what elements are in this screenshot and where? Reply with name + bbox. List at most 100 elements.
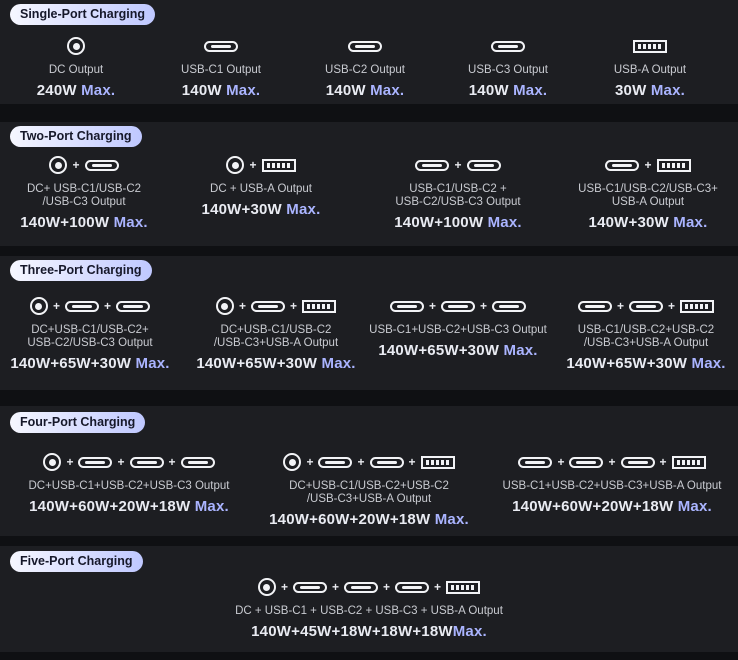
power-output: 140W+60W+20W+18W Max.	[512, 498, 712, 515]
port-icons	[204, 34, 238, 58]
usb-c-port-icon	[204, 40, 238, 52]
usb-c-port-icon	[389, 300, 424, 312]
usb-c-port-icon	[415, 159, 450, 171]
section-badge: Four-Port Charging	[10, 412, 146, 433]
usb-a-port-icon	[302, 299, 337, 313]
plus-icon: +	[249, 158, 257, 172]
power-output: 140W+30W Max.	[588, 214, 708, 231]
port-icons: + +	[215, 294, 337, 318]
port-icons: + + +	[283, 450, 455, 474]
plus-icon: +	[557, 455, 565, 469]
port-icons: + + + +	[257, 575, 481, 599]
plus-icon: +	[238, 299, 246, 313]
plus-icon: +	[454, 158, 462, 172]
port-label: USB-A Output	[613, 64, 687, 76]
port-label: USB-C3 Output	[468, 64, 548, 76]
three-port-section: Three-Port Charging + + DC+USB-C1/USB-C2…	[0, 256, 738, 390]
power-output: 140W+60W+20W+18W Max.	[29, 498, 229, 515]
usb-c-port-icon	[441, 300, 475, 312]
usb-c-port-icon	[605, 159, 640, 171]
usb-c-port-icon	[78, 456, 113, 468]
port-option: + + DC+USB-C1/USB-C2+ USB-C2/USB-C3 Outpu…	[4, 294, 176, 373]
plus-icon: +	[66, 455, 74, 469]
usb-c-port-icon	[620, 456, 655, 468]
usb-c-port-icon	[344, 581, 378, 593]
two-port-section: Two-Port Charging + DC+ USB-C1/USB-C2/US…	[0, 122, 738, 246]
plus-icon: +	[280, 580, 288, 594]
plus-icon: +	[408, 455, 416, 469]
plus-icon: +	[668, 299, 676, 313]
port-option: + USB-C1/USB-C2/USB-C3+ USB-A Output 140W…	[570, 153, 726, 232]
port-icons: +	[605, 153, 691, 177]
port-option: + + DC+USB-C1/USB-C2/USB-C3+USB-A Output…	[190, 294, 362, 373]
port-label: USB-C1/USB-C2/USB-C3+ USB-A Output	[578, 183, 718, 208]
port-option: + + USB-C1/USB-C2+USB-C2/USB-C3+USB-A Ou…	[560, 294, 732, 373]
port-label: DC+ USB-C1/USB-C2/USB-C3 Output	[26, 183, 142, 208]
port-option: + DC+ USB-C1/USB-C2/USB-C3 Output 140W+1…	[10, 153, 158, 232]
port-icons: +	[49, 153, 119, 177]
plus-icon: +	[608, 455, 616, 469]
port-icons	[348, 34, 382, 58]
power-output: 140W+65W+30W Max.	[378, 342, 538, 359]
usb-c-port-icon	[466, 159, 501, 171]
port-option: + + + DC+USB-C1/USB-C2+USB-C2/USB-C3+USB…	[262, 450, 476, 529]
plus-icon: +	[290, 299, 298, 313]
plus-icon: +	[117, 455, 125, 469]
plus-icon: +	[434, 580, 442, 594]
port-option: + USB-C1/USB-C2 + USB-C2/USB-C3 Output 14…	[384, 153, 532, 232]
port-option: + + + DC+USB-C1+USB-C2+USB-C3 Output 140…	[20, 450, 238, 516]
plus-icon: +	[331, 580, 339, 594]
power-output: 140W+45W+18W+18W+18WMax.	[251, 623, 487, 640]
dc-port-icon	[226, 156, 245, 174]
single-port-section: Single-Port Charging DC Output 240W Max.…	[0, 0, 738, 104]
usb-c-port-icon	[492, 300, 527, 312]
port-label: USB-C1+USB-C2+USB-C3+USB-A Output	[502, 480, 722, 492]
power-output: 30W Max.	[615, 82, 685, 99]
dc-port-icon	[67, 37, 85, 55]
five-port-section: Five-Port Charging + + + + DC + USB-C1 +…	[0, 546, 738, 652]
dc-port-icon	[283, 453, 302, 471]
port-icons: + +	[577, 294, 715, 318]
plus-icon: +	[383, 580, 391, 594]
usb-c-port-icon	[116, 300, 151, 312]
dc-port-icon	[215, 297, 234, 315]
port-label: DC+USB-C1/USB-C2+USB-C2/USB-C3+USB-A Out…	[289, 480, 449, 505]
usb-a-port-icon	[446, 580, 481, 594]
port-option: USB-A Output 30W Max.	[592, 34, 708, 100]
usb-c-port-icon	[292, 581, 327, 593]
power-output: 140W+65W+30W Max.	[10, 355, 170, 372]
usb-c-port-icon	[180, 456, 215, 468]
port-option: + + + USB-C1+USB-C2+USB-C3+USB-A Output …	[498, 450, 726, 516]
port-icons: + + +	[43, 450, 215, 474]
usb-a-port-icon	[680, 299, 715, 313]
plus-icon: +	[659, 455, 667, 469]
port-option: USB-C3 Output 140W Max.	[450, 34, 566, 100]
port-label: DC+USB-C1+USB-C2+USB-C3 Output	[28, 480, 230, 492]
plus-icon: +	[480, 299, 488, 313]
section-badge: Five-Port Charging	[10, 551, 143, 572]
plus-icon: +	[72, 158, 80, 172]
usb-a-port-icon	[671, 455, 706, 469]
port-icons	[67, 34, 85, 58]
port-label: USB-C1 Output	[181, 64, 261, 76]
plus-icon: +	[104, 299, 112, 313]
usb-c-port-icon	[518, 456, 553, 468]
port-icons: +	[226, 153, 296, 177]
port-icons: + +	[389, 294, 527, 318]
port-label: DC + USB-C1 + USB-C2 + USB-C3 + USB-A Ou…	[235, 605, 503, 617]
usb-c-port-icon	[318, 456, 353, 468]
usb-a-port-icon	[633, 39, 667, 53]
port-option: + + + + DC + USB-C1 + USB-C2 + USB-C3 + …	[219, 575, 519, 641]
usb-c-port-icon	[65, 300, 99, 312]
port-label: DC+USB-C1/USB-C2+ USB-C2/USB-C3 Output	[27, 324, 153, 349]
power-output: 140W Max.	[325, 82, 405, 99]
usb-a-port-icon	[261, 158, 296, 172]
section-badge: Two-Port Charging	[10, 126, 142, 147]
usb-c-port-icon	[129, 456, 164, 468]
four-port-section: Four-Port Charging + + + DC+USB-C1+USB-C…	[0, 406, 738, 536]
port-option: + DC + USB-A Output 140W+30W Max.	[196, 153, 326, 219]
dc-port-icon	[29, 297, 48, 315]
dc-port-icon	[49, 156, 68, 174]
port-option: + + USB-C1+USB-C2+USB-C3 Output 140W+65W…	[368, 294, 548, 360]
power-output: 140W+30W Max.	[201, 201, 321, 218]
